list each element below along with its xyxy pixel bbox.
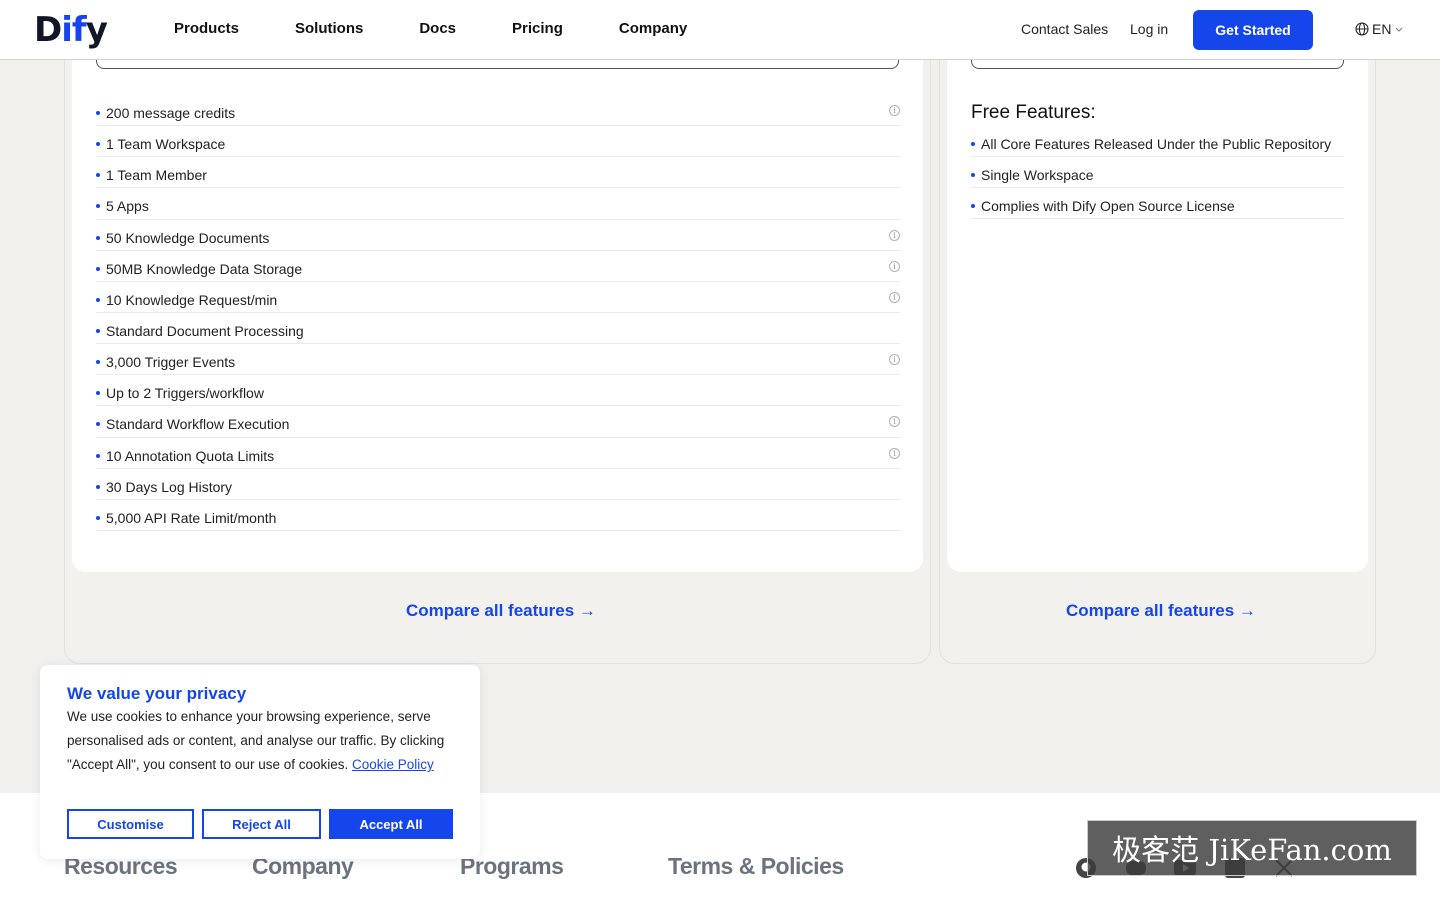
feature-item: Standard Document Processing (96, 313, 900, 345)
bullet-icon (96, 360, 100, 365)
bullet-icon (96, 235, 100, 240)
top-navigation-bar: Dify Products Solutions Docs Pricing Com… (0, 0, 1440, 60)
bullet-icon (96, 484, 100, 489)
feature-label: 1 Team Member (106, 167, 207, 184)
dify-logo[interactable]: Dify (34, 10, 108, 50)
feature-label: 10 Annotation Quota Limits (106, 447, 275, 464)
login-link[interactable]: Log in (1130, 21, 1168, 37)
feature-label: Standard Workflow Execution (106, 416, 290, 433)
arrow-right-icon: → (578, 601, 596, 620)
feature-label: 200 message credits (106, 105, 236, 122)
feature-label: 50 Knowledge Documents (106, 229, 270, 246)
main-nav: Products Solutions Docs Pricing Company (174, 20, 743, 37)
bullet-icon (96, 204, 100, 209)
bullet-icon (96, 391, 100, 396)
cookie-title: We value your privacy (67, 684, 247, 703)
feature-item: Up to 2 Triggers/workflow (96, 375, 900, 407)
feature-item: 50MB Knowledge Data Storage i (96, 251, 900, 282)
compare-features-link[interactable]: Compare all features → (1066, 601, 1256, 621)
bullet-icon (971, 204, 975, 209)
bullet-icon (96, 453, 100, 458)
nav-solutions[interactable]: Solutions (295, 20, 363, 37)
feature-item: 5 Apps (96, 188, 900, 220)
bullet-icon (96, 173, 100, 178)
arrow-right-icon: → (1238, 601, 1256, 620)
nav-docs[interactable]: Docs (419, 20, 456, 37)
cookie-description: We use cookies to enhance your browsing … (67, 709, 445, 772)
feature-label: Complies with Dify Open Source License (981, 198, 1235, 215)
feature-item: Complies with Dify Open Source License (971, 188, 1344, 220)
feature-label: Up to 2 Triggers/workflow (106, 385, 264, 402)
info-icon[interactable]: i (889, 291, 900, 303)
plan-feature-list: 200 message credits i 1 Team Workspace 1 Te… (96, 95, 900, 531)
compare-features-link[interactable]: Compare all features → (406, 601, 596, 621)
contact-sales-link[interactable]: Contact Sales (1021, 21, 1108, 37)
language-selector[interactable]: EN (1355, 21, 1407, 37)
feature-item: 5,000 API Rate Limit/month (96, 500, 900, 531)
accept-all-button[interactable]: Accept All (329, 809, 453, 839)
plan-card-community (947, 0, 1368, 572)
globe-icon (1355, 22, 1369, 36)
feature-item: 3,000 Trigger Events i (96, 344, 900, 376)
feature-label: 3,000 Trigger Events (106, 354, 236, 371)
feature-item: 1 Team Member (96, 157, 900, 189)
bullet-icon (96, 422, 100, 427)
customise-button[interactable]: Customise (67, 809, 194, 839)
info-icon[interactable]: i (889, 416, 900, 428)
feature-item: 30 Days Log History (96, 469, 900, 500)
reject-all-button[interactable]: Reject All (202, 809, 321, 839)
language-label: EN (1372, 21, 1392, 37)
free-features-title: Free Features: (971, 102, 1096, 123)
info-icon[interactable]: i (889, 229, 900, 241)
get-started-button[interactable]: Get Started (1193, 10, 1313, 50)
feature-item: 1 Team Workspace (96, 126, 900, 158)
feature-item: All Core Features Released Under the Pub… (971, 126, 1344, 158)
nav-products[interactable]: Products (174, 20, 239, 37)
feature-item: 10 Annotation Quota Limits i (96, 438, 900, 469)
bullet-icon (96, 515, 100, 520)
feature-label: All Core Features Released Under the Pub… (981, 136, 1332, 153)
feature-item: 10 Knowledge Request/min i (96, 282, 900, 313)
info-icon[interactable]: i (889, 447, 900, 459)
bullet-icon (96, 111, 100, 116)
feature-item: Standard Workflow Execution i (96, 406, 900, 438)
watermark: 极客范 JiKeFan.com (1087, 820, 1417, 876)
bullet-icon (96, 266, 100, 271)
feature-label: Standard Document Processing (106, 323, 304, 340)
feature-item: Single Workspace (971, 157, 1344, 189)
info-icon[interactable]: i (889, 105, 900, 116)
feature-label: 30 Days Log History (106, 478, 233, 495)
cookie-policy-link[interactable]: Cookie Policy (352, 757, 434, 772)
bullet-icon (96, 142, 100, 147)
chevron-down-icon (1396, 27, 1403, 32)
feature-label: 5 Apps (106, 198, 149, 215)
feature-item: 50 Knowledge Documents i (96, 220, 900, 251)
nav-pricing[interactable]: Pricing (512, 20, 563, 37)
bullet-icon (96, 297, 100, 302)
feature-label: 10 Knowledge Request/min (106, 291, 278, 308)
feature-label: 5,000 API Rate Limit/month (106, 509, 277, 526)
bullet-icon (971, 142, 975, 147)
free-feature-list: All Core Features Released Under the Pub… (971, 126, 1344, 220)
footer-heading-terms: Terms & Policies (668, 853, 844, 879)
nav-company[interactable]: Company (619, 20, 687, 37)
cookie-consent-dialog: We value your privacy We use cookies to … (40, 665, 480, 859)
feature-label: 1 Team Workspace (106, 136, 226, 153)
bullet-icon (96, 329, 100, 334)
feature-item: 200 message credits i (96, 95, 900, 127)
feature-label: 50MB Knowledge Data Storage (106, 260, 303, 277)
info-icon[interactable]: i (889, 260, 900, 272)
bullet-icon (971, 173, 975, 178)
info-icon[interactable]: i (889, 354, 900, 366)
feature-label: Single Workspace (981, 167, 1094, 184)
